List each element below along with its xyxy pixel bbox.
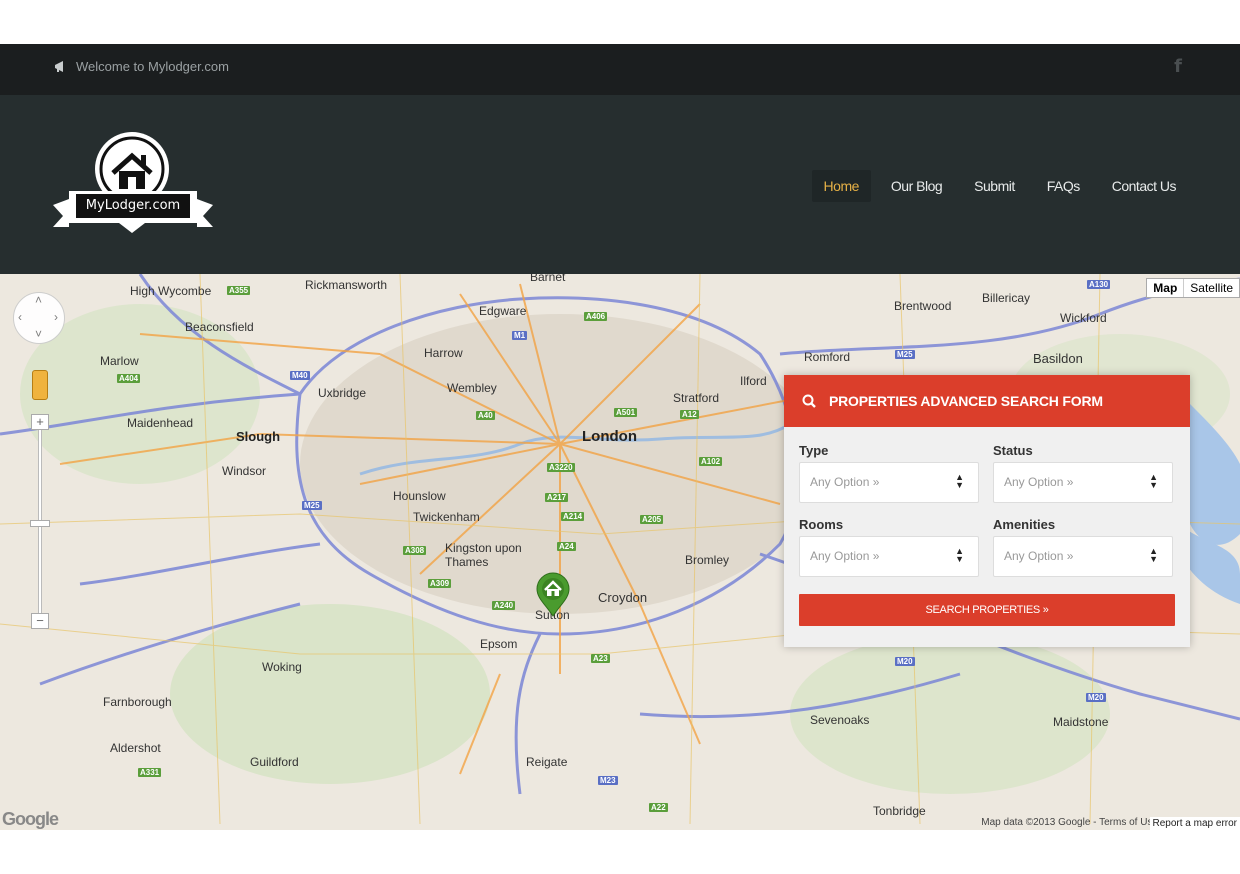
map-label: Aldershot bbox=[110, 741, 161, 755]
map-type-map-button[interactable]: Map bbox=[1147, 279, 1185, 297]
nav-contact-us[interactable]: Contact Us bbox=[1100, 170, 1188, 202]
logo-text: MyLodger.com bbox=[85, 198, 181, 213]
property-marker-icon[interactable] bbox=[535, 572, 571, 618]
nav-home[interactable]: Home bbox=[811, 170, 871, 202]
map-label: High Wycombe bbox=[130, 284, 212, 298]
map-label: Rickmansworth bbox=[305, 278, 388, 292]
main-nav: Home Our Blog Submit FAQs Contact Us bbox=[811, 170, 1188, 202]
map-label: Epsom bbox=[480, 637, 518, 651]
search-form-title: PROPERTIES ADVANCED SEARCH FORM bbox=[829, 393, 1103, 409]
report-map-error-link[interactable]: Report a map error bbox=[1149, 817, 1240, 830]
advanced-search-form: PROPERTIES ADVANCED SEARCH FORM Type Any… bbox=[784, 375, 1190, 647]
street-view-pegman-icon[interactable] bbox=[32, 370, 48, 400]
map-label: Croydon bbox=[598, 590, 648, 605]
map-label: Maidstone bbox=[1053, 715, 1109, 729]
map-label: Bromley bbox=[685, 553, 730, 567]
map-label: Hounslow bbox=[393, 489, 446, 503]
map-label: Billericay bbox=[982, 291, 1031, 305]
select-arrows-icon: ▲ ▼ bbox=[1149, 546, 1158, 564]
amenities-select[interactable]: Any Option » ▲ ▼ bbox=[993, 536, 1173, 577]
nav-our-blog[interactable]: Our Blog bbox=[879, 170, 954, 202]
map-label: Reigate bbox=[526, 755, 568, 769]
map-view[interactable]: High Wycombe Beaconsfield Marlow Maidenh… bbox=[0, 274, 1240, 830]
map-label: Ilford bbox=[740, 374, 767, 388]
type-field: Type Any Option » ▲ ▼ bbox=[799, 443, 979, 503]
topbar: Welcome to Mylodger.com f bbox=[0, 44, 1240, 95]
facebook-icon[interactable]: f bbox=[1174, 56, 1182, 77]
map-label: Uxbridge bbox=[318, 386, 367, 400]
map-type-satellite-button[interactable]: Satellite bbox=[1184, 279, 1239, 297]
type-select[interactable]: Any Option » ▲ ▼ bbox=[799, 462, 979, 503]
amenities-field: Amenities Any Option » ▲ ▼ bbox=[993, 517, 1173, 577]
status-field: Status Any Option » ▲ ▼ bbox=[993, 443, 1173, 503]
map-label: Romford bbox=[804, 350, 851, 364]
map-label: Brentwood bbox=[894, 299, 952, 313]
welcome-message: Welcome to Mylodger.com bbox=[54, 59, 229, 74]
zoom-slider-handle[interactable] bbox=[30, 520, 50, 527]
map-label: Harrow bbox=[424, 346, 463, 360]
site-header: MyLodger.com Home Our Blog Submit FAQs C… bbox=[0, 95, 1240, 274]
rooms-select[interactable]: Any Option » ▲ ▼ bbox=[799, 536, 979, 577]
map-label: Woking bbox=[262, 660, 302, 674]
map-label: Wembley bbox=[447, 381, 497, 395]
status-select[interactable]: Any Option » ▲ ▼ bbox=[993, 462, 1173, 503]
pan-right-icon[interactable]: › bbox=[54, 310, 58, 324]
pan-left-icon[interactable]: ‹ bbox=[18, 310, 22, 324]
status-label: Status bbox=[993, 443, 1033, 458]
nav-faqs[interactable]: FAQs bbox=[1035, 170, 1092, 202]
nav-submit[interactable]: Submit bbox=[962, 170, 1027, 202]
map-label: Edgware bbox=[479, 304, 527, 318]
pan-up-icon[interactable]: ˄ bbox=[35, 293, 42, 307]
amenities-label: Amenities bbox=[993, 517, 1056, 532]
select-arrows-icon: ▲ ▼ bbox=[955, 546, 964, 564]
rooms-field: Rooms Any Option » ▲ ▼ bbox=[799, 517, 979, 577]
map-label: London bbox=[582, 428, 637, 445]
google-logo: Google bbox=[2, 809, 59, 829]
select-arrows-icon: ▲ ▼ bbox=[1149, 472, 1158, 490]
map-label: Tonbridge bbox=[873, 804, 926, 818]
map-label: Wickford bbox=[1060, 311, 1107, 325]
zoom-out-button[interactable]: − bbox=[31, 613, 49, 629]
search-icon bbox=[802, 394, 816, 408]
map-label: Marlow bbox=[100, 354, 139, 368]
map-label: Beaconsfield bbox=[185, 320, 254, 334]
welcome-text: Welcome to Mylodger.com bbox=[76, 59, 229, 74]
map-label: Barnet bbox=[530, 274, 566, 284]
megaphone-icon bbox=[55, 61, 63, 72]
map-label: Farnborough bbox=[103, 695, 172, 709]
rooms-label: Rooms bbox=[799, 517, 844, 532]
map-label: Stratford bbox=[673, 391, 720, 405]
map-label: Basildon bbox=[1033, 351, 1083, 366]
site-logo[interactable]: MyLodger.com bbox=[53, 131, 213, 241]
map-label: Kingston upon Thames bbox=[445, 541, 522, 569]
map-label: Maidenhead bbox=[127, 416, 194, 430]
pan-down-icon[interactable]: ˅ bbox=[35, 327, 42, 341]
map-label: Sevenoaks bbox=[810, 713, 870, 727]
map-pan-control[interactable]: ˄ ˅ ‹ › bbox=[13, 292, 65, 344]
map-label: Windsor bbox=[222, 464, 267, 478]
map-label: Twickenham bbox=[413, 510, 480, 524]
search-form-header: PROPERTIES ADVANCED SEARCH FORM bbox=[784, 375, 1190, 427]
search-properties-button[interactable]: SEARCH PROPERTIES » bbox=[799, 594, 1175, 626]
select-arrows-icon: ▲ ▼ bbox=[955, 472, 964, 490]
type-label: Type bbox=[799, 443, 829, 458]
map-attribution: Map data ©2013 Google - Terms of Use bbox=[981, 817, 1158, 828]
map-type-control: Map Satellite bbox=[1146, 278, 1240, 298]
zoom-in-button[interactable]: + bbox=[31, 414, 49, 430]
map-label: Guildford bbox=[250, 755, 299, 769]
map-label: Slough bbox=[236, 429, 281, 444]
